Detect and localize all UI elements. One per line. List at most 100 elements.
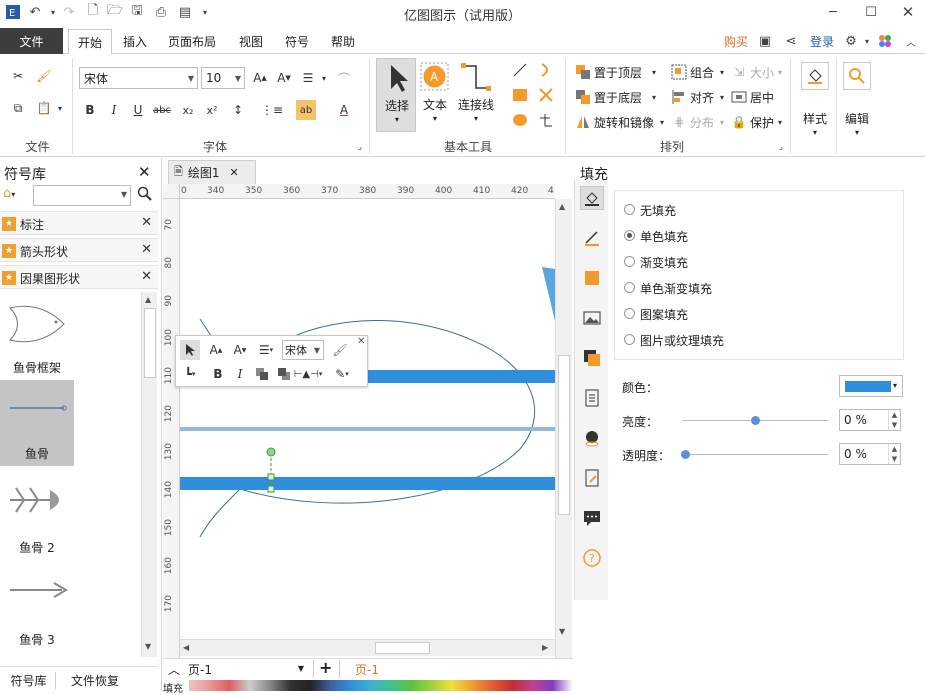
- canvas-vertical-scrollbar[interactable]: ▲ ▼: [555, 199, 572, 669]
- send-to-back-dropdown-icon[interactable]: ▾: [644, 87, 664, 107]
- tab-file-recovery[interactable]: 文件恢复: [62, 672, 128, 689]
- transparency-slider-track[interactable]: [682, 454, 828, 455]
- center-label[interactable]: 居中: [750, 89, 774, 106]
- library-scroll-thumb[interactable]: [144, 308, 156, 378]
- align-dropdown-icon[interactable]: ▾: [314, 68, 334, 88]
- rectangle-shape-icon[interactable]: [510, 85, 530, 105]
- align-icon[interactable]: ☰ ▾: [256, 340, 276, 360]
- transparency-slider-knob[interactable]: [681, 450, 690, 459]
- format-painter-icon[interactable]: 🖌: [34, 66, 54, 86]
- help-icon[interactable]: ?: [580, 546, 604, 570]
- shrink-font-icon[interactable]: A ▼: [274, 68, 294, 88]
- canvas-hscroll-thumb[interactable]: [375, 642, 430, 654]
- tab-symbol[interactable]: 符号: [278, 28, 316, 54]
- superscript-icon[interactable]: x²: [202, 100, 222, 120]
- close-category-icon[interactable]: ✕: [141, 269, 152, 284]
- share-window-icon[interactable]: ▣: [756, 32, 774, 50]
- rotate-mirror-label[interactable]: 旋转和镜像: [594, 114, 654, 131]
- edit-button[interactable]: 编辑 ▾: [840, 58, 874, 144]
- line-style-icon[interactable]: ✎ ▾: [332, 364, 352, 384]
- highlight-icon[interactable]: ab: [296, 100, 316, 120]
- brightness-input[interactable]: 0 % ▲ ▼: [839, 409, 901, 431]
- align-objects-label[interactable]: 对齐: [690, 89, 714, 106]
- shape-fishbone-frame[interactable]: 鱼骨框架: [0, 294, 74, 380]
- file-menu-button[interactable]: 文件: [0, 28, 63, 54]
- radio-no-fill[interactable]: [624, 204, 635, 215]
- bold-icon[interactable]: B: [208, 364, 228, 384]
- tab-insert[interactable]: 插入: [116, 28, 154, 54]
- library-home-icon[interactable]: ⌂▾: [3, 186, 31, 204]
- page-tab-1[interactable]: 页-1: [355, 661, 379, 678]
- distribute-icon[interactable]: ⋕: [669, 112, 689, 132]
- globe-icon[interactable]: [580, 426, 604, 450]
- fishbone-spine[interactable]: [180, 427, 555, 431]
- minimize-button[interactable]: ─: [818, 2, 848, 22]
- rotate-handle[interactable]: [266, 447, 276, 457]
- scroll-down-icon[interactable]: ▼: [559, 627, 565, 636]
- selection-handle-bottom[interactable]: [267, 485, 275, 493]
- bring-to-front-dropdown-icon[interactable]: ▾: [644, 62, 664, 82]
- style-button[interactable]: 样式 ▾: [798, 58, 832, 144]
- collapse-pages-icon[interactable]: ︿: [168, 661, 180, 678]
- canvas-horizontal-scrollbar[interactable]: ◀ ▶: [180, 639, 555, 656]
- pointer-icon[interactable]: [180, 340, 200, 360]
- brightness-slider-knob[interactable]: [751, 416, 760, 425]
- bring-to-front-label[interactable]: 置于顶层: [594, 64, 642, 81]
- image-icon[interactable]: [580, 306, 604, 330]
- radio-pattern-fill[interactable]: [624, 308, 635, 319]
- line-spacing-icon[interactable]: ⌒: [334, 68, 354, 88]
- send-back-icon[interactable]: [274, 364, 294, 384]
- search-dropdown-icon[interactable]: ▼: [121, 190, 127, 199]
- align-objects-icon[interactable]: [669, 87, 689, 107]
- radio-solid-gradient-fill[interactable]: [624, 282, 635, 293]
- share-icon[interactable]: ⋖: [782, 32, 800, 50]
- search-icon[interactable]: [137, 186, 155, 204]
- shadow-icon[interactable]: [580, 266, 604, 290]
- color-palette[interactable]: 填充: [163, 680, 573, 695]
- cross-shape-icon[interactable]: [536, 85, 556, 105]
- line-height-icon[interactable]: ↕: [228, 100, 248, 120]
- edit-note-icon[interactable]: [580, 466, 604, 490]
- library-category-cause-effect[interactable]: ★ 因果图形状 ✕: [0, 265, 158, 289]
- group-icon[interactable]: [669, 62, 689, 82]
- bullet-list-icon[interactable]: ⋮≡: [261, 100, 283, 120]
- buy-link[interactable]: 购买: [720, 28, 752, 54]
- library-search-input[interactable]: [33, 185, 131, 206]
- arc-shape-icon[interactable]: [536, 60, 556, 80]
- polyline-shape-icon[interactable]: [536, 110, 556, 130]
- tab-page-layout[interactable]: 页面布局: [164, 28, 220, 54]
- scroll-up-icon[interactable]: ▲: [559, 202, 565, 211]
- bring-to-front-icon[interactable]: [573, 62, 593, 82]
- close-tab-icon[interactable]: ✕: [230, 166, 239, 179]
- tab-symbol-library[interactable]: 符号库: [2, 672, 56, 689]
- close-library-icon[interactable]: ✕: [138, 163, 151, 181]
- fill-icon[interactable]: [580, 186, 604, 210]
- bring-front-icon[interactable]: [252, 364, 272, 384]
- color-picker[interactable]: ▾: [839, 375, 903, 397]
- connector-style-icon[interactable]: ┗ ▾: [180, 364, 200, 384]
- canvas-vscroll-thumb[interactable]: [558, 355, 570, 515]
- page-select[interactable]: 页-1 ▼: [188, 661, 308, 678]
- tab-help[interactable]: 帮助: [324, 28, 362, 54]
- protect-lock-icon[interactable]: 🔒: [729, 112, 749, 132]
- shrink-font-icon[interactable]: A ▼: [230, 340, 250, 360]
- rotate-mirror-icon[interactable]: [573, 112, 593, 132]
- underline-icon[interactable]: U: [128, 100, 148, 120]
- close-category-icon[interactable]: ✕: [141, 242, 152, 257]
- library-category-arrow-shapes[interactable]: ★ 箭头形状 ✕: [0, 238, 158, 262]
- center-icon[interactable]: [729, 87, 749, 107]
- cut-icon[interactable]: ✂: [8, 66, 28, 86]
- group-label[interactable]: 组合: [690, 64, 714, 81]
- transparency-spinner-icon[interactable]: ▲ ▼: [888, 444, 900, 464]
- paste-dropdown-icon[interactable]: ▾: [50, 98, 70, 118]
- format-brush-icon[interactable]: 🖌: [330, 340, 350, 360]
- protect-dropdown-icon[interactable]: ▾: [770, 112, 790, 132]
- selection-handle-top[interactable]: [267, 473, 275, 481]
- tab-view[interactable]: 视图: [232, 28, 270, 54]
- radio-solid-fill[interactable]: [624, 230, 635, 241]
- shape-fishbone-3[interactable]: 鱼骨 3: [0, 566, 74, 652]
- scroll-up-icon[interactable]: ▲: [145, 295, 151, 304]
- grow-font-icon[interactable]: A ▲: [206, 340, 226, 360]
- login-link[interactable]: 登录: [806, 28, 838, 54]
- collapse-ribbon-icon[interactable]: ︿: [902, 32, 920, 50]
